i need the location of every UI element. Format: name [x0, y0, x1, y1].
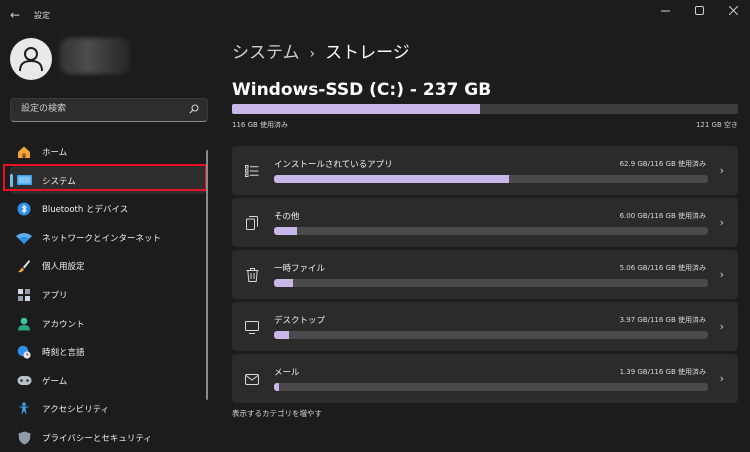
sidebar-item-label: Bluetooth とデバイス: [42, 205, 129, 216]
category-name: 一時ファイル: [274, 264, 326, 274]
sidebar-item-network[interactable]: ネットワークとインターネット: [10, 223, 206, 252]
category-name: デスクトップ: [274, 316, 326, 326]
sidebar-item-label: ホーム: [42, 148, 68, 158]
show-more-categories-link[interactable]: 表示するカテゴリを増やす: [232, 408, 322, 419]
breadcrumb: システム › ストレージ: [232, 38, 410, 63]
category-usage-fill: [274, 383, 280, 391]
search-icon[interactable]: [189, 104, 199, 114]
category-usage-fill: [274, 227, 297, 235]
monitor-icon: [244, 319, 260, 335]
drive-usage-fill: [232, 104, 480, 114]
window-title: 設定: [34, 11, 50, 20]
sidebar-item-label: 時刻と言語: [42, 348, 85, 359]
category-name: インストールされているアプリ: [274, 160, 393, 170]
sidebar-item-label: アプリ: [42, 290, 68, 301]
sidebar-item-label: ネットワークとインターネット: [42, 233, 162, 244]
breadcrumb-parent[interactable]: システム: [232, 43, 300, 63]
drive-free-label: 121 GB 空き: [695, 121, 738, 129]
bluetooth-icon: [16, 201, 32, 217]
maximize-icon: [694, 5, 704, 15]
category-name: メール: [274, 368, 300, 378]
category-desktop[interactable]: デスクトップ 3.97 GB/116 GB 使用済み ›: [232, 302, 738, 351]
category-usage-bar: [274, 383, 708, 391]
sidebar-item-label: プライバシーとセキュリティ: [42, 433, 152, 444]
category-usage-fill: [274, 279, 294, 287]
sidebar-item-privacy[interactable]: プライバシーとセキュリティ: [10, 423, 206, 452]
category-temp-files[interactable]: 一時ファイル 5.06 GB/116 GB 使用済み ›: [232, 250, 738, 299]
chevron-right-icon: ›: [719, 372, 724, 385]
drive-used-label: 116 GB 使用済み: [232, 121, 289, 129]
category-usage: 5.06 GB/116 GB 使用済み: [619, 264, 706, 272]
copy-icon: [244, 215, 260, 231]
brush-icon: [16, 258, 32, 274]
category-installed-apps[interactable]: インストールされているアプリ 62.9 GB/116 GB 使用済み ›: [232, 146, 738, 195]
category-usage-bar: [274, 175, 708, 183]
page-title: ストレージ: [325, 43, 410, 63]
category-usage-bar: [274, 227, 708, 235]
sidebar-item-label: 個人用設定: [42, 262, 85, 273]
category-usage-bar: [274, 331, 708, 339]
category-usage: 3.97 GB/116 GB 使用済み: [619, 316, 706, 324]
globe-clock-icon: [16, 344, 32, 360]
sidebar-item-personalization[interactable]: 個人用設定: [10, 251, 206, 280]
category-usage: 6.00 GB/116 GB 使用済み: [619, 212, 706, 220]
highlight-box: [3, 164, 207, 191]
chevron-right-icon: ›: [719, 320, 724, 333]
mail-icon: [244, 371, 260, 387]
category-usage-bar: [274, 279, 708, 287]
sidebar-item-label: アカウント: [42, 319, 85, 330]
account-icon: [16, 316, 32, 332]
person-icon: [19, 47, 43, 72]
sidebar-item-accessibility[interactable]: アクセシビリティ: [10, 394, 206, 423]
home-icon: [16, 144, 32, 160]
breadcrumb-separator: ›: [309, 46, 316, 62]
avatar: [10, 38, 52, 80]
chevron-right-icon: ›: [719, 216, 724, 229]
sidebar-scrollbar[interactable]: [206, 150, 208, 400]
apps-list-icon: [244, 163, 260, 179]
trash-icon: [244, 267, 260, 283]
accessibility-icon: [16, 401, 32, 417]
drive-usage-bar: [232, 104, 738, 114]
close-button[interactable]: [716, 0, 750, 20]
sidebar-item-gaming[interactable]: ゲーム: [10, 366, 206, 395]
sidebar-item-apps[interactable]: アプリ: [10, 280, 206, 309]
category-name: その他: [274, 212, 300, 222]
window-controls: [648, 0, 750, 20]
minimize-icon: [660, 10, 670, 11]
category-mail[interactable]: メール 1.39 GB/116 GB 使用済み ›: [232, 354, 738, 403]
wifi-icon: [16, 230, 32, 246]
sidebar-item-label: ゲーム: [42, 376, 68, 387]
search-input[interactable]: [19, 103, 183, 115]
sidebar-item-home[interactable]: ホーム: [10, 137, 206, 166]
title-bar: ← 設定: [0, 0, 750, 30]
storage-categories: インストールされているアプリ 62.9 GB/116 GB 使用済み › その他…: [232, 146, 738, 406]
minimize-button[interactable]: [648, 0, 682, 20]
chevron-right-icon: ›: [719, 164, 724, 177]
close-icon: [728, 5, 738, 15]
category-usage-fill: [274, 175, 510, 183]
sidebar-item-label: アクセシビリティ: [42, 405, 110, 416]
gamepad-icon: [16, 373, 32, 389]
apps-icon: [16, 287, 32, 303]
category-usage: 1.39 GB/116 GB 使用済み: [619, 368, 706, 376]
maximize-button[interactable]: [682, 0, 716, 20]
drive-title: Windows-SSD (C:) - 237 GB: [232, 80, 492, 100]
sidebar-item-accounts[interactable]: アカウント: [10, 309, 206, 338]
category-usage: 62.9 GB/116 GB 使用済み: [619, 160, 706, 168]
category-other[interactable]: その他 6.00 GB/116 GB 使用済み ›: [232, 198, 738, 247]
back-arrow-icon[interactable]: ←: [10, 8, 20, 22]
search-box[interactable]: [10, 98, 208, 122]
sidebar-item-time-language[interactable]: 時刻と言語: [10, 337, 206, 366]
sidebar-item-bluetooth[interactable]: Bluetooth とデバイス: [10, 194, 206, 223]
user-profile[interactable]: [10, 38, 210, 82]
chevron-right-icon: ›: [719, 268, 724, 281]
category-usage-fill: [274, 331, 289, 339]
user-name-blurred: [60, 38, 130, 74]
